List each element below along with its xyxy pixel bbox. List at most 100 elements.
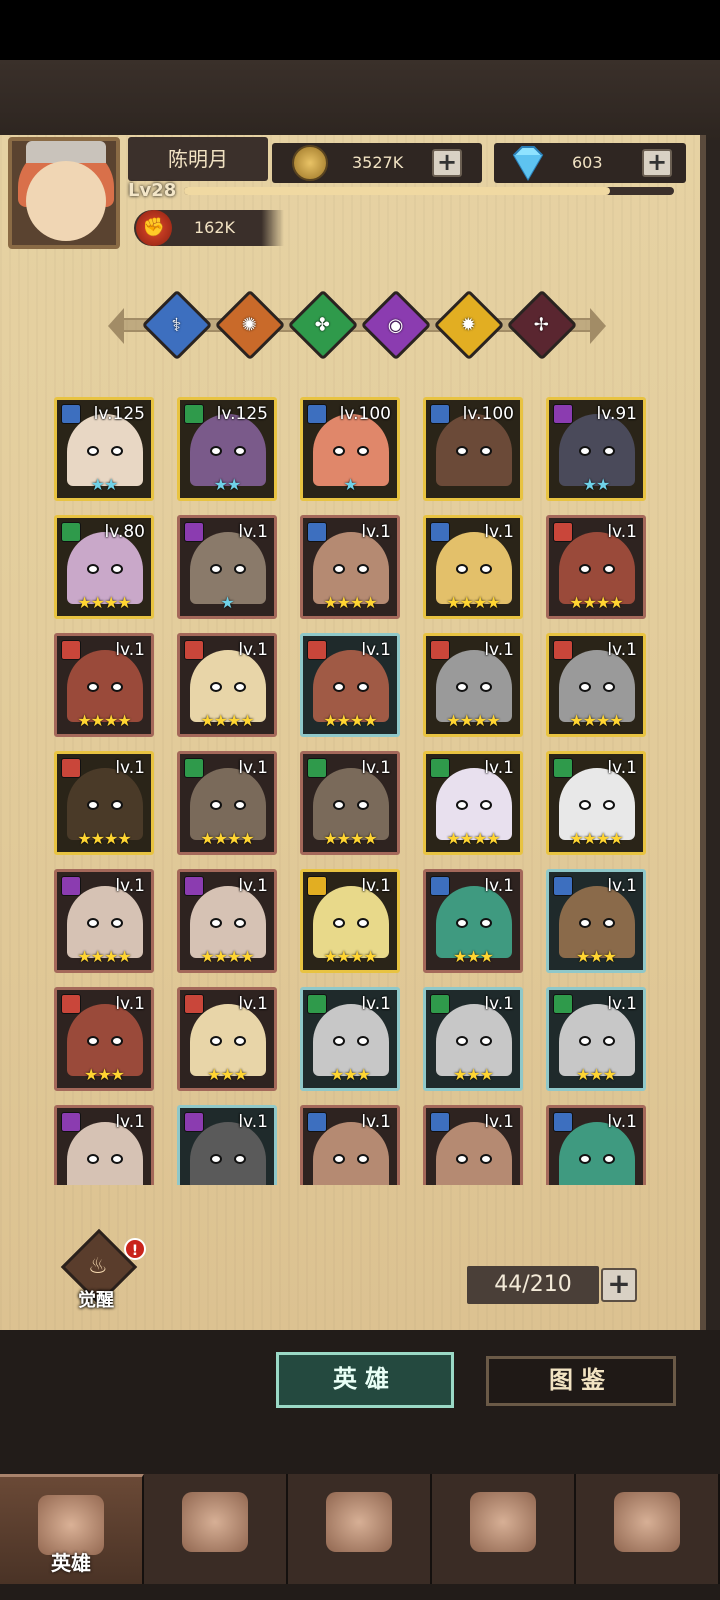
hero-capacity: 44/210 [467, 1266, 599, 1304]
filter-fire-button[interactable]: ✺ [214, 289, 286, 361]
hero-card[interactable]: lv.1 ★★★★ [423, 751, 523, 855]
hero-level: lv.1 [607, 994, 637, 1014]
hero-stars: ★★★★ [446, 829, 500, 848]
hero-card[interactable]: lv.1 ★★★★ [54, 869, 154, 973]
add-gems-button[interactable]: + [642, 149, 672, 177]
hero-card[interactable]: lv.1 ★★★★ [300, 751, 400, 855]
hero-class-icon [184, 758, 204, 778]
hero-level: lv.1 [607, 758, 637, 778]
hero-card[interactable]: lv.1 ★★★★ [300, 515, 400, 619]
hero-card[interactable]: lv.1 ★★★★ [423, 633, 523, 737]
hero-card[interactable]: lv.1 [54, 1105, 154, 1185]
add-coins-button[interactable]: + [432, 149, 462, 177]
hero-level: lv.1 [361, 640, 391, 660]
hero-card[interactable]: lv.1 ★★★★ [54, 751, 154, 855]
hero-eye [234, 682, 246, 692]
hero-level: lv.1 [484, 522, 514, 542]
hero-class-icon [307, 404, 327, 424]
hero-card[interactable]: lv.100 [423, 397, 523, 501]
hero-card[interactable]: lv.1 ★★★ [54, 987, 154, 1091]
hero-eye [480, 446, 492, 456]
hero-card[interactable]: lv.91 ★★ [546, 397, 646, 501]
hero-eye [111, 1154, 123, 1164]
filter-nature-button[interactable]: ✤ [287, 289, 359, 361]
hero-class-icon [184, 876, 204, 896]
hero-eye [210, 800, 222, 810]
hero-card[interactable]: lv.1 ★★★ [177, 987, 277, 1091]
tab-codex[interactable]: 图鉴 [486, 1356, 676, 1406]
hero-card[interactable]: lv.1 ★★★★ [546, 633, 646, 737]
hero-class-icon [307, 640, 327, 660]
hero-eye [480, 918, 492, 928]
hero-level: lv.100 [339, 404, 391, 424]
hero-stars: ★★★★ [323, 593, 377, 612]
hero-card[interactable]: lv.125 ★★ [54, 397, 154, 501]
hero-eye [210, 564, 222, 574]
hero-class-icon [307, 994, 327, 1014]
hero-grid: lv.125 ★★ lv.125 ★★ lv.100 ★ lv.100 lv.91 ★★ lv.8… [50, 395, 660, 1185]
hero-card[interactable]: lv.1 ★ [177, 515, 277, 619]
tab-heroes[interactable]: 英雄 [276, 1352, 454, 1408]
flag-icon [182, 1492, 248, 1552]
hero-card[interactable]: lv.1 ★★★★ [54, 633, 154, 737]
awaken-label: 觉醒 [78, 1290, 114, 1311]
hero-eye [456, 682, 468, 692]
hero-eye [87, 682, 99, 692]
hero-eye [210, 682, 222, 692]
hero-card[interactable]: lv.1 ★★★ [300, 987, 400, 1091]
hero-card[interactable]: lv.1 ★★★★ [300, 869, 400, 973]
combat-power-value: 162K [194, 218, 236, 237]
hero-card[interactable]: lv.1 ★★★★ [177, 869, 277, 973]
hero-stars: ★★★★ [323, 947, 377, 966]
hero-stars: ★★★★ [200, 947, 254, 966]
filter-arcane-button[interactable]: ◉ [360, 289, 432, 361]
hero-level: lv.125 [93, 404, 145, 424]
coin-counter: 3527K + [272, 143, 482, 183]
hero-card[interactable]: lv.1 [546, 1105, 646, 1185]
hero-card[interactable]: lv.1 ★★★★ [177, 633, 277, 737]
hero-card[interactable]: lv.125 ★★ [177, 397, 277, 501]
hero-eye [603, 564, 615, 574]
hero-card[interactable]: lv.1 ★★★★ [546, 515, 646, 619]
hero-card[interactable]: lv.1 ★★★★ [546, 751, 646, 855]
hero-card[interactable]: lv.1 [300, 1105, 400, 1185]
filter-wind-button[interactable]: ⚕ [141, 289, 213, 361]
hero-stars: ★★★★ [446, 593, 500, 612]
hero-class-icon [184, 640, 204, 660]
hero-class-icon [430, 1112, 450, 1132]
hero-card[interactable]: lv.1 ★★★ [423, 869, 523, 973]
hero-stars: ★★★ [329, 1065, 371, 1084]
hero-card[interactable]: lv.1 ★★★★ [177, 751, 277, 855]
hero-card[interactable]: lv.1 ★★★ [546, 987, 646, 1091]
nav-item-5[interactable] [576, 1474, 720, 1584]
nav-item-3[interactable] [288, 1474, 432, 1584]
nav-item-1[interactable]: 英雄 [0, 1474, 144, 1584]
hero-card[interactable]: lv.80 ★★★★ [54, 515, 154, 619]
hero-eye [333, 800, 345, 810]
filter-shadow-button[interactable]: ✢ [506, 289, 578, 361]
hero-eye [87, 1036, 99, 1046]
player-avatar[interactable] [8, 137, 120, 249]
hero-card[interactable]: lv.1 ★★★ [546, 869, 646, 973]
hero-card[interactable]: lv.1 ★★★★ [423, 515, 523, 619]
hero-card[interactable]: lv.1 [423, 1105, 523, 1185]
nav-item-2[interactable] [144, 1474, 288, 1584]
hero-eye [480, 1154, 492, 1164]
hero-card[interactable]: lv.1 ★★★★ [300, 633, 400, 737]
hero-eye [456, 918, 468, 928]
bottom-navigation: 英雄 [0, 1474, 720, 1584]
hero-eye [333, 918, 345, 928]
awaken-button[interactable]: ♨ ! 觉醒 [60, 1228, 146, 1311]
hero-stars: ★★★★ [77, 593, 131, 612]
hero-card[interactable]: lv.1 ★★★ [423, 987, 523, 1091]
filter-light-button[interactable]: ✹ [433, 289, 505, 361]
hero-eye [87, 564, 99, 574]
nav-item-4[interactable] [432, 1474, 576, 1584]
status-bar [0, 0, 720, 60]
hero-card[interactable]: lv.1 [177, 1105, 277, 1185]
hero-level: lv.1 [607, 522, 637, 542]
hero-stars: ★★ [90, 475, 119, 494]
expand-capacity-button[interactable]: + [601, 1268, 637, 1302]
fist-icon: ✊ [136, 210, 172, 246]
hero-card[interactable]: lv.100 ★ [300, 397, 400, 501]
